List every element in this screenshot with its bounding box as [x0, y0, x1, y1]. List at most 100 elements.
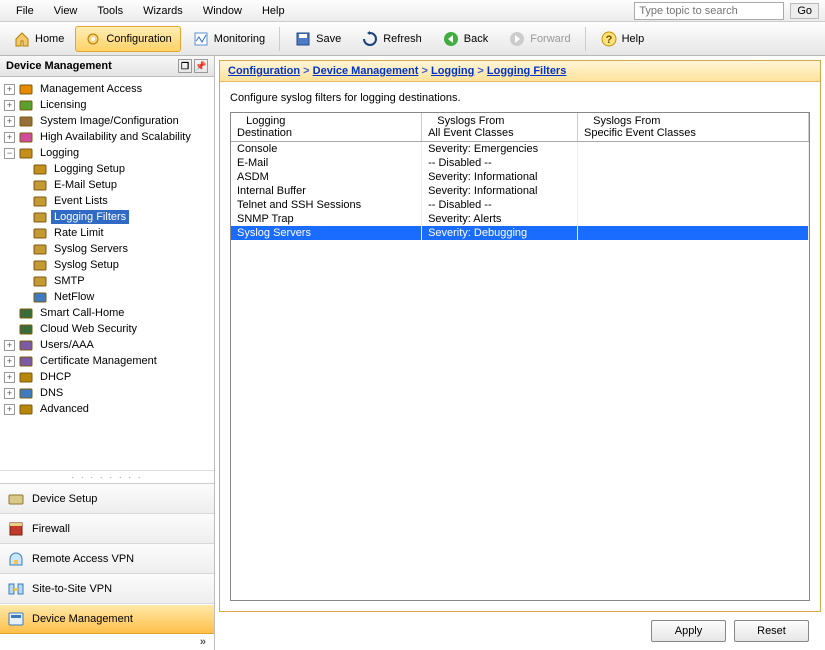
- refresh-button[interactable]: Refresh: [352, 26, 431, 52]
- table-row[interactable]: Internal BufferSeverity: Informational: [231, 184, 809, 198]
- tree-expander[interactable]: +: [4, 372, 15, 383]
- tree-item[interactable]: Syslog Setup: [16, 257, 212, 273]
- tree-item[interactable]: Logging Setup: [16, 161, 212, 177]
- tree-item[interactable]: +DHCP: [2, 369, 212, 385]
- tree-item[interactable]: Logging Filters: [16, 209, 212, 225]
- tree-item[interactable]: +Certificate Management: [2, 353, 212, 369]
- tree-item-label: Smart Call-Home: [37, 306, 127, 320]
- tree-expander[interactable]: −: [4, 148, 15, 159]
- tree-expander[interactable]: +: [4, 84, 15, 95]
- tree-item[interactable]: + Licensing: [2, 97, 212, 113]
- tree-item[interactable]: NetFlow: [16, 289, 212, 305]
- refresh-label: Refresh: [383, 33, 422, 45]
- tree-item[interactable]: Syslog Servers: [16, 241, 212, 257]
- tree-expander[interactable]: +: [4, 340, 15, 351]
- save-button[interactable]: Save: [285, 26, 350, 52]
- table-row[interactable]: Syslog ServersSeverity: Debugging: [231, 226, 809, 240]
- bc-configuration[interactable]: Configuration: [228, 65, 300, 77]
- table-cell: Syslog Servers: [231, 226, 422, 240]
- tree-item[interactable]: Cloud Web Security: [2, 321, 212, 337]
- filters-table[interactable]: LoggingDestination Syslogs FromAll Event…: [230, 112, 810, 601]
- go-button[interactable]: Go: [790, 3, 819, 19]
- save-icon: [294, 30, 312, 48]
- tree-view[interactable]: +Management Access+Licensing+System Imag…: [0, 77, 214, 470]
- nav-item[interactable]: Device Management: [0, 604, 214, 634]
- tree-item[interactable]: −Logging: [2, 145, 212, 161]
- nav-item[interactable]: Remote Access VPN: [0, 544, 214, 574]
- tree-item[interactable]: E-Mail Setup: [16, 177, 212, 193]
- tree-expander[interactable]: +: [4, 132, 15, 143]
- tree-item-label: Cloud Web Security: [37, 322, 140, 336]
- panel-window-icon[interactable]: ❐: [178, 59, 192, 73]
- configuration-button[interactable]: Configuration: [75, 26, 180, 52]
- column-header[interactable]: LoggingDestination: [231, 113, 422, 142]
- tree-item-icon: [32, 177, 48, 193]
- menu-tools[interactable]: Tools: [87, 3, 133, 19]
- table-row[interactable]: E-Mail-- Disabled --: [231, 156, 809, 170]
- breadcrumb: Configuration > Device Management > Logg…: [220, 61, 820, 82]
- help-button[interactable]: ? Help: [591, 26, 654, 52]
- tree-item-icon: [18, 113, 34, 129]
- tree-item-label: System Image/Configuration: [37, 114, 182, 128]
- tree-item[interactable]: +Management Access: [2, 81, 212, 97]
- expand-arrow[interactable]: »: [0, 634, 214, 650]
- tree-item[interactable]: Smart Call-Home: [2, 305, 212, 321]
- apply-button[interactable]: Apply: [651, 620, 726, 642]
- menu-wizards[interactable]: Wizards: [133, 3, 193, 19]
- panel-drag-handle[interactable]: · · · · · · · ·: [0, 470, 214, 483]
- toolbar: Home Configuration Monitoring Save Refre…: [0, 22, 825, 56]
- tree-item-label: Syslog Setup: [51, 258, 122, 272]
- gear-icon: [84, 30, 102, 48]
- bc-logging[interactable]: Logging: [431, 65, 474, 77]
- panel-title: Device Management: [6, 60, 112, 72]
- tree-item-icon: [32, 161, 48, 177]
- table-cell: Severity: Debugging: [422, 226, 578, 240]
- tree-expander[interactable]: +: [4, 388, 15, 399]
- tree-item-icon: [18, 321, 34, 337]
- tree-item[interactable]: +DNS: [2, 385, 212, 401]
- menu-help[interactable]: Help: [252, 3, 295, 19]
- tree-item-icon: [18, 385, 34, 401]
- tree-item[interactable]: SMTP: [16, 273, 212, 289]
- nav-item-icon: [6, 519, 26, 539]
- tree-expander[interactable]: +: [4, 404, 15, 415]
- nav-item[interactable]: Site-to-Site VPN: [0, 574, 214, 604]
- tree-item[interactable]: +Users/AAA: [2, 337, 212, 353]
- table-row[interactable]: Telnet and SSH Sessions-- Disabled --: [231, 198, 809, 212]
- nav-section: Device Setup Firewall Remote Access VPNSit…: [0, 483, 214, 634]
- tree-item[interactable]: + System Image/Configuration: [2, 113, 212, 129]
- menu-window[interactable]: Window: [193, 3, 252, 19]
- forward-button[interactable]: Forward: [499, 26, 579, 52]
- tree-item[interactable]: +High Availability and Scalability: [2, 129, 212, 145]
- monitoring-button[interactable]: Monitoring: [183, 26, 274, 52]
- tree-expander[interactable]: +: [4, 116, 15, 127]
- home-button[interactable]: Home: [4, 26, 73, 52]
- tree-item[interactable]: Event Lists: [16, 193, 212, 209]
- menu-view[interactable]: View: [44, 3, 88, 19]
- table-row[interactable]: ASDMSeverity: Informational: [231, 170, 809, 184]
- table-cell: E-Mail: [231, 156, 422, 170]
- reset-button[interactable]: Reset: [734, 620, 809, 642]
- tree-expander[interactable]: +: [4, 356, 15, 367]
- table-row[interactable]: ConsoleSeverity: Emergencies: [231, 142, 809, 157]
- nav-item-label: Firewall: [32, 523, 70, 535]
- panel-pin-icon[interactable]: 📌: [194, 59, 208, 73]
- back-button[interactable]: Back: [433, 26, 497, 52]
- column-header[interactable]: Syslogs FromSpecific Event Classes: [577, 113, 808, 142]
- svg-text:?: ?: [605, 34, 612, 46]
- tree-item-icon: [18, 129, 34, 145]
- nav-item[interactable]: Firewall: [0, 514, 214, 544]
- nav-item[interactable]: Device Setup: [0, 484, 214, 514]
- column-header[interactable]: Syslogs FromAll Event Classes: [422, 113, 578, 142]
- search-input[interactable]: [634, 2, 784, 20]
- tree-item[interactable]: +Advanced: [2, 401, 212, 417]
- back-icon: [442, 30, 460, 48]
- tree-item-label: Licensing: [37, 98, 89, 112]
- tree-expander[interactable]: +: [4, 100, 15, 111]
- table-cell: [577, 212, 808, 226]
- bc-logging-filters[interactable]: Logging Filters: [487, 65, 566, 77]
- menu-file[interactable]: File: [6, 3, 44, 19]
- table-row[interactable]: SNMP TrapSeverity: Alerts: [231, 212, 809, 226]
- bc-device-management[interactable]: Device Management: [313, 65, 419, 77]
- tree-item[interactable]: Rate Limit: [16, 225, 212, 241]
